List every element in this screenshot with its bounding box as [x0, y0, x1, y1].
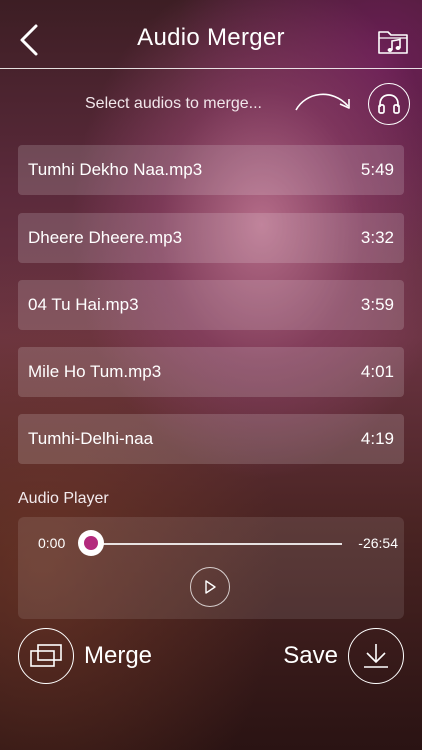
merge-button[interactable]: Merge: [18, 628, 152, 684]
audio-player-label: Audio Player: [18, 490, 109, 507]
track-name: 04 Tu Hai.mp3: [28, 295, 139, 314]
headphone-button[interactable]: [368, 83, 410, 125]
track-item[interactable]: Dheere Dheere.mp3 3:32: [18, 213, 404, 263]
track-duration: 4:01: [360, 362, 394, 381]
track-item[interactable]: 04 Tu Hai.mp3 3:59: [18, 280, 404, 330]
merge-icon-circle: [18, 628, 74, 684]
page-title: Audio Merger: [137, 24, 285, 51]
remaining-time: -26:54: [358, 535, 398, 551]
track-name: Dheere Dheere.mp3: [28, 228, 183, 247]
seek-knob-dot: [84, 536, 98, 550]
save-icon-circle: [348, 628, 404, 684]
merge-icon: [30, 644, 62, 667]
track-name: Tumhi-Delhi-naa: [28, 429, 154, 448]
seek-bar[interactable]: [90, 543, 342, 545]
seek-knob[interactable]: [78, 530, 104, 556]
music-folder-button[interactable]: [376, 26, 410, 56]
track-item[interactable]: Tumhi Dekho Naa.mp3 5:49: [18, 145, 404, 195]
curved-arrow-icon: [295, 93, 350, 111]
track-duration: 4:19: [360, 429, 394, 448]
download-icon: [364, 644, 388, 668]
merge-label: Merge: [84, 642, 153, 669]
current-time: 0:00: [38, 535, 66, 551]
select-audios-prompt: Select audios to merge...: [85, 95, 262, 112]
header-bar: Audio Merger: [0, 0, 422, 68]
audio-player-panel: 0:00 -26:54: [18, 517, 404, 619]
music-folder-icon: [378, 31, 408, 54]
save-label: Save: [283, 642, 338, 669]
header-divider: [0, 68, 422, 69]
track-duration: 3:32: [360, 228, 394, 247]
track-name: Tumhi Dekho Naa.mp3: [28, 160, 203, 179]
track-duration: 5:49: [360, 160, 394, 179]
track-item[interactable]: Tumhi-Delhi-naa 4:19: [18, 414, 404, 464]
play-icon: [205, 580, 216, 594]
headphone-icon: [378, 94, 400, 114]
play-button[interactable]: [190, 567, 230, 607]
track-duration: 3:59: [360, 295, 394, 314]
save-button[interactable]: Save: [283, 628, 404, 684]
track-item[interactable]: Mile Ho Tum.mp3 4:01: [18, 347, 404, 397]
track-name: Mile Ho Tum.mp3: [28, 362, 162, 381]
